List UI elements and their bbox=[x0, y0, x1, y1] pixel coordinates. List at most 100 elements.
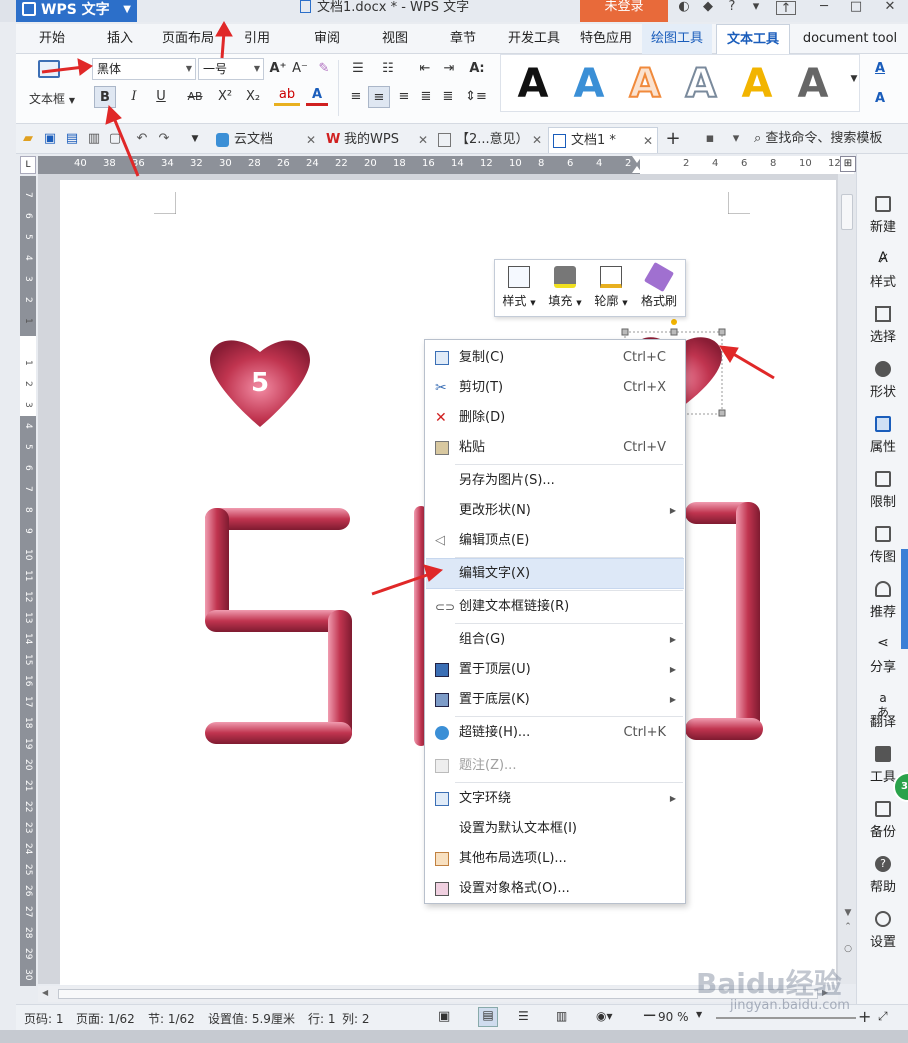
save-icon[interactable]: ▣ bbox=[42, 128, 58, 150]
panel-shape[interactable]: 形状 bbox=[857, 361, 908, 400]
text-style-orange-outline[interactable]: A bbox=[620, 58, 670, 110]
print-icon[interactable]: ▥ bbox=[86, 128, 102, 150]
textbox-button[interactable]: 文本框 ▼ bbox=[24, 88, 80, 110]
close-icon[interactable]: ✕ bbox=[306, 127, 316, 153]
ruler-toggle-icon[interactable]: ⊞ bbox=[840, 156, 856, 172]
scroll-down-icon[interactable]: ▼ bbox=[842, 908, 854, 918]
first-line-indent-marker[interactable] bbox=[632, 156, 642, 163]
bold-button[interactable]: B bbox=[94, 86, 116, 108]
panel-properties[interactable]: 属性 bbox=[857, 416, 908, 455]
increase-indent-icon[interactable]: ⇥ bbox=[438, 58, 460, 80]
vertical-scrollbar[interactable] bbox=[838, 174, 856, 984]
menu-item-bring-to-front[interactable]: 置于顶层(U) ▶ bbox=[426, 655, 684, 685]
tab-my-wps[interactable]: W 我的WPS ✕ bbox=[322, 127, 428, 153]
menu-item-paste[interactable]: 粘贴 Ctrl+V bbox=[426, 433, 684, 463]
login-button[interactable]: 未登录 bbox=[580, 0, 668, 22]
open-folder-icon[interactable]: ▰ bbox=[20, 128, 36, 150]
tab-text-tools[interactable]: 文本工具 bbox=[716, 24, 790, 54]
tab-chapter[interactable]: 章节 bbox=[436, 24, 490, 54]
quick-access-more-icon[interactable]: ▼ bbox=[188, 128, 202, 150]
tab-features[interactable]: 特色应用 bbox=[574, 24, 638, 54]
new-tab-icon[interactable]: + bbox=[664, 128, 682, 150]
menu-item-save-as-image[interactable]: 另存为图片(S)... bbox=[426, 466, 684, 496]
minimize-ribbon-icon[interactable]: ▾ bbox=[744, 0, 768, 16]
skin-icon[interactable]: ◐ bbox=[672, 0, 696, 16]
panel-collapse-tab[interactable] bbox=[901, 549, 908, 649]
menu-item-edit-points[interactable]: ◁ 编辑顶点(E) bbox=[426, 526, 684, 556]
tab-start[interactable]: 开始 bbox=[24, 24, 80, 54]
reading-mode-icon[interactable]: ◉▾ bbox=[596, 1009, 613, 1023]
panel-settings[interactable]: 设置 bbox=[857, 911, 908, 950]
redo-icon[interactable]: ↷ bbox=[156, 128, 172, 150]
maximize-button[interactable]: □ bbox=[844, 0, 868, 16]
highlight-icon[interactable]: ab bbox=[274, 86, 300, 106]
help-icon[interactable]: ? bbox=[720, 0, 744, 16]
text-outline-icon[interactable]: A bbox=[868, 88, 892, 110]
panel-select[interactable]: 选择 bbox=[857, 306, 908, 345]
menu-item-set-default-textbox[interactable]: 设置为默认文本框(I) bbox=[426, 814, 684, 844]
menu-item-text-wrap[interactable]: 文字环绕 ▶ bbox=[426, 784, 684, 814]
zoom-slider[interactable] bbox=[716, 1017, 856, 1019]
settings-icon[interactable]: ◆ bbox=[696, 0, 720, 16]
export-icon[interactable]: ▤ bbox=[64, 128, 80, 150]
bullet-list-icon[interactable]: ☰ bbox=[346, 58, 370, 80]
fill-button[interactable]: 填充 ▼ bbox=[543, 266, 587, 309]
menu-item-group[interactable]: 组合(G) ▶ bbox=[426, 625, 684, 655]
decrease-indent-icon[interactable]: ⇤ bbox=[414, 58, 436, 80]
share-icon[interactable]: ↑ bbox=[776, 1, 796, 16]
textbox-icon[interactable] bbox=[38, 60, 60, 78]
menu-item-cut[interactable]: ✂ 剪切(T) Ctrl+X bbox=[426, 373, 684, 403]
panel-backup[interactable]: 备份 bbox=[857, 801, 908, 840]
outline-button[interactable]: 轮廓 ▼ bbox=[589, 266, 633, 309]
menu-item-hyperlink[interactable]: 超链接(H)... Ctrl+K bbox=[426, 718, 684, 748]
menu-item-edit-text[interactable]: 编辑文字(X) bbox=[426, 558, 684, 589]
tab-drawing-tools[interactable]: 绘图工具 bbox=[642, 24, 712, 54]
preview-icon[interactable]: ▢ bbox=[108, 128, 122, 150]
browse-object-icon[interactable]: ○ bbox=[842, 944, 854, 954]
text-style-white-outline[interactable]: A bbox=[676, 58, 726, 110]
justify-icon[interactable]: ≣ bbox=[416, 86, 436, 108]
format-painter-button[interactable]: 格式刷 bbox=[635, 261, 683, 309]
panel-translate[interactable]: aあ 翻译 bbox=[857, 691, 908, 730]
tab-reference[interactable]: 引用 bbox=[232, 24, 282, 54]
distribute-icon[interactable]: ≣ bbox=[438, 86, 458, 108]
subscript-button[interactable]: X₂ bbox=[242, 86, 264, 108]
panel-style[interactable]: A̷ 样式 bbox=[857, 251, 908, 290]
align-left-icon[interactable]: ≡ bbox=[346, 86, 366, 108]
style-button[interactable]: 样式 ▼ bbox=[497, 266, 541, 309]
font-name-select[interactable]: 黑体 ▼ bbox=[92, 58, 196, 80]
tab-view[interactable]: 视图 bbox=[368, 24, 422, 54]
zoom-in-icon[interactable]: + bbox=[858, 1007, 871, 1026]
tab-cloud-docs[interactable]: 云文档 ✕ bbox=[212, 127, 316, 153]
close-icon[interactable]: ✕ bbox=[418, 127, 428, 153]
align-center-icon[interactable]: ≡ bbox=[368, 86, 390, 108]
fit-icon[interactable]: ⤢ bbox=[878, 1009, 888, 1024]
menu-item-copy[interactable]: 复制(C) Ctrl+C bbox=[426, 343, 684, 373]
digit-zero-shape[interactable] bbox=[685, 502, 763, 740]
text-fill-icon[interactable]: A bbox=[868, 58, 892, 80]
app-menu-button[interactable]: WPS 文字 ▼ bbox=[16, 0, 137, 22]
gallery-more-icon[interactable]: ▼ bbox=[848, 68, 860, 90]
tab-insert[interactable]: 插入 bbox=[92, 24, 148, 54]
text-style-gold[interactable]: A bbox=[732, 58, 782, 110]
minimize-button[interactable]: ─ bbox=[812, 0, 836, 16]
align-right-icon[interactable]: ≡ bbox=[394, 86, 414, 108]
web-view-icon[interactable]: ▥ bbox=[556, 1009, 567, 1023]
font-color-icon[interactable]: A bbox=[306, 86, 328, 106]
horizontal-ruler[interactable]: 40 38 36 34 32 30 28 26 24 22 20 18 16 14 12 10 8 6 4 2 2 4 6 8… bbox=[38, 156, 870, 174]
prev-page-icon[interactable]: ⌃ bbox=[842, 922, 854, 932]
panel-new[interactable]: 新建 bbox=[857, 196, 908, 235]
fullscreen-icon[interactable]: ▣ bbox=[438, 1009, 450, 1024]
clear-format-icon[interactable]: ✎ bbox=[314, 58, 334, 80]
outline-view-icon[interactable]: ☰ bbox=[518, 1009, 529, 1023]
zoom-level[interactable]: 90 % bbox=[642, 1010, 689, 1024]
underline-button[interactable]: U bbox=[150, 86, 172, 108]
pin-icon[interactable]: ▪ bbox=[702, 128, 718, 150]
tab-page-layout[interactable]: 页面布局 bbox=[156, 24, 220, 54]
close-button[interactable]: ✕ bbox=[878, 0, 902, 16]
line-spacing-icon[interactable]: ⇕≡ bbox=[462, 86, 490, 108]
numbered-list-icon[interactable]: ☷ bbox=[376, 58, 400, 80]
page-view-icon[interactable]: ▤ bbox=[478, 1007, 498, 1027]
digit-five-shape[interactable] bbox=[205, 508, 352, 744]
panel-help[interactable]: ? 帮助 bbox=[857, 856, 908, 895]
